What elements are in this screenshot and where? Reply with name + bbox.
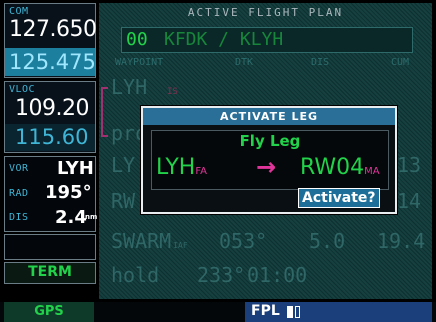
table-row[interactable]: LY xyxy=(111,153,135,177)
com-label: COM xyxy=(9,6,29,17)
leg-to-ident: RW04 xyxy=(300,155,365,180)
leg-arrow-icon: → xyxy=(256,153,277,181)
cum-value: 13 xyxy=(397,153,422,177)
active-leg-bracket xyxy=(101,87,108,137)
popup-subtitle: Fly Leg xyxy=(239,132,301,150)
term-box: TERM xyxy=(4,262,96,284)
vloc-standby-field[interactable]: 115.60 xyxy=(5,124,95,151)
page-group-indicator: FPL xyxy=(245,302,432,322)
popup-title: ACTIVATE LEG xyxy=(143,108,395,125)
leg-to-suffix: MA xyxy=(364,166,380,177)
dtk-value: 233° xyxy=(197,263,246,287)
waypoint-suffix: IAF xyxy=(173,241,188,250)
com-window[interactable]: COM 127.650 125.475 xyxy=(4,3,97,78)
rad-label: RAD xyxy=(9,188,29,199)
waypoint-ident: LY xyxy=(111,153,136,177)
leg-from-suffix: FA xyxy=(195,166,208,177)
leg-to: RW04MA xyxy=(300,155,380,180)
com-standby-field[interactable]: 125.475 xyxy=(5,48,96,76)
table-row[interactable]: SWARM IAF xyxy=(111,229,188,253)
cum-value: 19.4 xyxy=(377,229,426,253)
vloc-window[interactable]: VLOC 109.20 115.60 xyxy=(4,81,96,153)
waypoint-ident: RW xyxy=(111,189,136,213)
table-row[interactable]: RW xyxy=(111,189,135,213)
dis-value: 5.0 xyxy=(309,229,346,253)
page-position-marker-next xyxy=(295,306,300,318)
rad-value: 195° xyxy=(45,182,92,203)
dis-value: 2.4 xyxy=(55,207,87,228)
waypoint-suffix: IS xyxy=(167,87,178,97)
column-header-dis: DIS xyxy=(311,57,330,68)
com-active-frequency: 127.650 xyxy=(9,17,97,42)
gps-mode-annunciator: GPS xyxy=(4,302,94,322)
page-position-marker xyxy=(287,306,293,318)
vor-window: VOR LYH RAD 195° DIS 2.4 nm xyxy=(4,156,98,232)
flight-plan-number: 00 xyxy=(126,29,148,50)
vor-label: VOR xyxy=(9,163,29,174)
table-row[interactable]: LYH IS xyxy=(111,75,178,99)
leg-from: LYHFA xyxy=(156,155,207,180)
cdi-box xyxy=(4,234,96,260)
dis-unit: nm xyxy=(85,213,98,221)
vor-ident: LYH xyxy=(57,158,94,179)
waypoint-ident: SWARM xyxy=(111,229,172,253)
status-bar: GPS FPL xyxy=(0,302,436,322)
table-row[interactable]: hold xyxy=(111,263,159,287)
gps-display: COM 127.650 125.475 VLOC 109.20 115.60 V… xyxy=(0,0,436,322)
dis-value: 01:00 xyxy=(247,263,308,287)
column-header-dtk: DTK xyxy=(235,57,254,68)
term-annunciator: TERM xyxy=(28,264,72,280)
page-group-label: FPL xyxy=(251,303,280,319)
waypoint-ident: LYH xyxy=(111,75,148,99)
waypoint-ident: hold xyxy=(111,263,160,287)
leg-from-ident: LYH xyxy=(156,155,196,180)
activate-leg-popup: ACTIVATE LEG Fly Leg LYHFA → RW04MA Acti… xyxy=(141,106,397,214)
dis-label: DIS xyxy=(9,212,29,223)
dtk-value: 053° xyxy=(219,229,268,253)
flight-plan-route: KFDK / KLYH xyxy=(164,29,284,50)
flight-plan-title: ACTIVE FLIGHT PLAN xyxy=(187,6,344,19)
leg-window: Fly Leg LYHFA → RW04MA xyxy=(151,130,389,190)
column-header-cum: CUM xyxy=(391,57,410,68)
flight-plan-header-box[interactable]: 00 KFDK / KLYH xyxy=(121,27,413,53)
vloc-label: VLOC xyxy=(9,84,36,95)
activate-button[interactable]: Activate? xyxy=(298,188,380,208)
column-header-waypoint: WAYPOINT xyxy=(115,57,164,68)
cum-value: 14 xyxy=(397,189,422,213)
com-standby-frequency: 125.475 xyxy=(9,50,96,74)
vloc-standby-frequency: 115.60 xyxy=(15,125,89,149)
gps-label: GPS xyxy=(34,304,64,319)
vloc-active-frequency: 109.20 xyxy=(15,96,89,121)
